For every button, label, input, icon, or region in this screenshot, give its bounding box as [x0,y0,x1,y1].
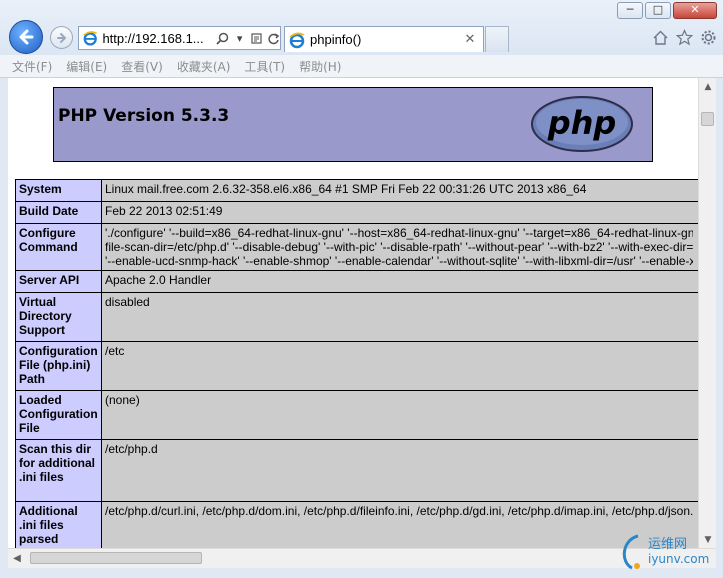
minimize-button[interactable]: ─ [617,2,643,19]
tab-close-icon[interactable]: ✕ [463,32,477,47]
row-key: Server API [15,270,102,293]
table-row: Virtual Directory Support disabled [15,292,698,342]
phpinfo-table: System Linux mail.free.com 2.6.32-358.el… [15,179,698,548]
row-key: Virtual Directory Support [15,292,102,342]
php-header: PHP Version 5.3.3 php [53,87,653,162]
row-key: Configure Command [15,223,102,271]
window-bottom-edge [0,568,723,578]
window-right-edge [716,78,723,570]
row-value: './configure' '--build=x86_64-redhat-lin… [101,223,698,271]
ie-page-icon [83,31,98,46]
favorites-star-icon[interactable] [675,28,693,46]
forward-arrow-icon [56,32,66,43]
row-key: Additional .ini files parsed [15,501,102,548]
menu-file[interactable]: 文件(F) [12,58,52,75]
watermark-line1: 运维网 [648,537,688,552]
tab-title: phpinfo() [310,32,362,47]
menu-tools[interactable]: 工具(T) [244,58,285,75]
search-icon[interactable] [216,31,229,45]
menu-favorites[interactable]: 收藏夹(A) [177,58,231,75]
table-row: System Linux mail.free.com 2.6.32-358.el… [15,179,698,202]
close-button[interactable]: ✕ [673,2,717,19]
horizontal-scroll-thumb[interactable] [30,552,202,564]
back-button[interactable] [9,20,43,54]
new-tab-button[interactable] [485,26,509,52]
forward-button[interactable] [50,26,73,49]
window-controls: ─ □ ✕ [617,2,717,19]
refresh-icon[interactable] [267,31,280,45]
row-value: Feb 22 2013 02:51:49 [101,201,698,224]
row-key: Scan this dir for additional .ini files [15,439,102,502]
row-key: Build Date [15,201,102,224]
menu-edit[interactable]: 编辑(E) [66,58,107,75]
table-row: Configure Command './configure' '--build… [15,223,698,271]
row-key: System [15,179,102,202]
row-value: disabled [101,292,698,342]
scroll-up-icon[interactable]: ▲ [699,78,717,95]
row-value: Apache 2.0 Handler [101,270,698,293]
row-key: Loaded Configuration File [15,390,102,440]
window-left-edge [0,78,8,570]
row-value: /etc/php.d/curl.ini, /etc/php.d/dom.ini,… [101,501,698,548]
row-value: /etc [101,341,698,391]
menu-bar: 文件(F) 编辑(E) 查看(V) 收藏夹(A) 工具(T) 帮助(H) [0,55,723,78]
address-bar[interactable]: http://192.168.1... ▾ [78,26,281,50]
table-row: Additional .ini files parsed /etc/php.d/… [15,501,698,548]
table-row: Build Date Feb 22 2013 02:51:49 [15,201,698,224]
watermark-line2: iyunv.com [648,552,710,566]
compatibility-view-icon[interactable] [250,31,263,45]
dropdown-arrow-icon[interactable]: ▾ [233,31,246,45]
svg-text:php: php [547,104,617,142]
settings-gear-icon[interactable] [699,28,717,46]
menu-help[interactable]: 帮助(H) [299,58,341,75]
menu-view[interactable]: 查看(V) [121,58,163,75]
row-value: Linux mail.free.com 2.6.32-358.el6.x86_6… [101,179,698,202]
url-text[interactable]: http://192.168.1... [102,31,212,46]
row-value: /etc/php.d [101,439,698,502]
scroll-left-icon[interactable]: ◀ [8,549,26,567]
table-row: Server API Apache 2.0 Handler [15,270,698,293]
watermark-text: 运维网 iyunv.com [648,537,710,567]
back-arrow-icon [19,29,34,45]
toolbar-icons [651,28,717,46]
watermark: 运维网 iyunv.com [618,528,718,576]
maximize-button[interactable]: □ [645,2,671,19]
tab-phpinfo[interactable]: phpinfo() ✕ [284,26,484,52]
vertical-scroll-thumb[interactable] [701,112,714,126]
table-row: Configuration File (php.ini) Path /etc [15,341,698,391]
table-row: Loaded Configuration File (none) [15,390,698,440]
row-value: (none) [101,390,698,440]
horizontal-scrollbar[interactable]: ◀ [8,548,716,568]
home-icon[interactable] [651,28,669,46]
vertical-scrollbar[interactable]: ▲ ▼ [698,78,716,548]
table-row: Scan this dir for additional .ini files … [15,439,698,502]
row-key: Configuration File (php.ini) Path [15,341,102,391]
page-content: PHP Version 5.3.3 php System Linux mail.… [8,78,698,548]
ie-tab-icon [289,32,305,48]
watermark-logo-icon [622,534,640,570]
php-logo-icon: php [531,96,633,152]
page-title: PHP Version 5.3.3 [58,106,230,126]
